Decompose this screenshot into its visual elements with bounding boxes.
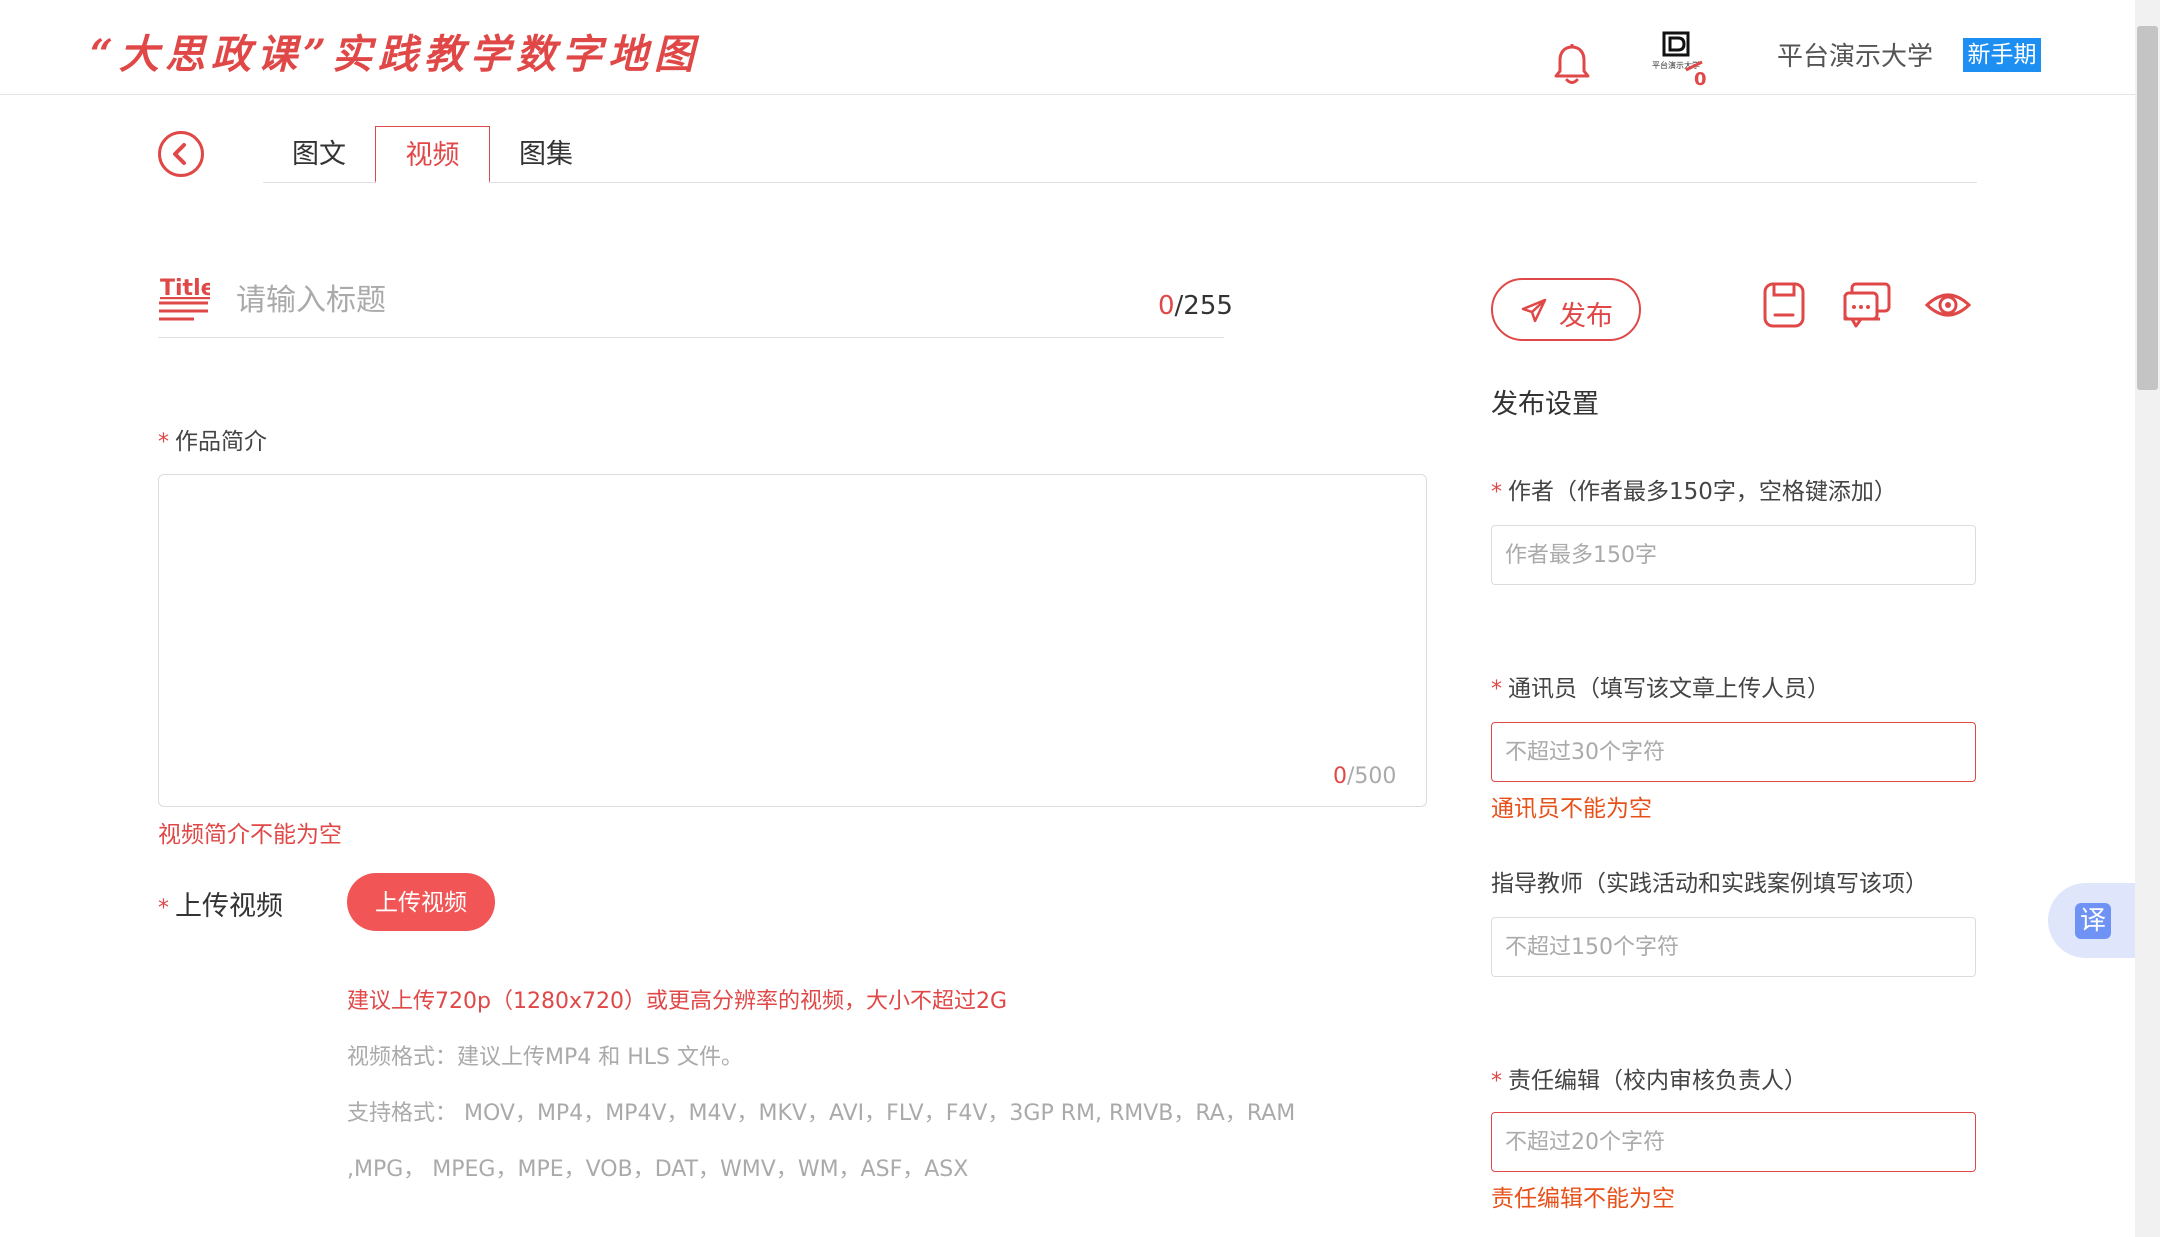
title-input[interactable] [234,274,1118,326]
author-label: * 作者（作者最多150字，空格键添加） [1491,472,1897,506]
preview-icon[interactable] [1924,281,1972,329]
settings-title: 发布设置 [1491,389,1599,420]
user-logo-badge: 0 [1694,69,1707,88]
upload-note-resolution: 建议上传720p（1280x720）或更高分辨率的视频，大小不超过2G [347,989,1008,1014]
upload-note-supported-cont: ,MPG， MPEG，MPE，VOB，DAT，WMV，WM，ASF，ASX [347,1157,969,1182]
title-count-current: 0 [1158,291,1175,321]
title-underline [158,337,1224,338]
top-header: “大思政课”实践教学数字地图 平台演示大学 0 平台演示大学 新手期 [0,0,2135,95]
upload-label-text: 上传视频 [175,891,283,922]
editor-error: 责任编辑不能为空 [1491,1186,1675,1212]
correspondent-error: 通讯员不能为空 [1491,796,1652,822]
publish-button[interactable]: 发布 [1491,278,1641,341]
upload-note-format: 视频格式：建议上传MP4 和 HLS 文件。 [347,1045,743,1070]
save-icon[interactable] [1760,281,1808,329]
user-name[interactable]: 平台演示大学 [1777,36,1933,73]
author-label-text: 作者（作者最多150字，空格键添加） [1508,479,1897,505]
tab-article[interactable]: 图文 [275,126,363,183]
intro-textarea[interactable] [158,474,1427,807]
intro-label: * 作品简介 [158,422,267,456]
publish-label: 发布 [1559,301,1613,331]
intro-error: 视频简介不能为空 [158,822,342,848]
correspondent-label-text: 通讯员（填写该文章上传人员） [1508,676,1830,702]
back-button[interactable] [158,131,204,177]
editor-label: * 责任编辑（校内审核负责人） [1491,1061,1807,1095]
novice-badge: 新手期 [1963,38,2041,72]
scrollbar-thumb[interactable] [2137,26,2158,390]
chevron-left-icon [173,143,186,165]
author-input[interactable] [1491,525,1976,585]
editor-label-text: 责任编辑（校内审核负责人） [1508,1068,1807,1094]
title-icon-label: Title [160,276,210,301]
required-mark: * [158,896,169,921]
send-icon [1521,298,1547,323]
editor-input[interactable] [1491,1112,1976,1172]
required-mark: * [158,430,169,455]
intro-count-max: /500 [1347,764,1397,789]
intro-char-count: 0/500 [1333,764,1396,789]
bell-icon[interactable] [1552,43,1592,87]
upload-video-button[interactable]: 上传视频 [347,873,495,931]
instructor-input[interactable] [1491,917,1976,977]
title-count-max: /255 [1174,291,1233,321]
required-mark: * [1491,1069,1502,1094]
title-char-count: 0/255 [1158,291,1233,321]
tab-gallery[interactable]: 图集 [502,126,590,183]
translate-icon: 译 [2075,903,2111,939]
instructor-label: 指导教师（实践活动和实践案例填写该项） [1491,871,1928,897]
upload-label: * 上传视频 [158,884,283,923]
comment-icon[interactable] [1842,281,1892,329]
intro-count-current: 0 [1333,764,1347,789]
tab-video[interactable]: 视频 [375,126,490,183]
intro-label-text: 作品简介 [175,429,267,455]
title-icon: Title [159,276,210,321]
site-title[interactable]: “大思政课”实践教学数字地图 [90,22,700,80]
user-logo-icon[interactable]: 平台演示大学 0 [1650,30,1712,88]
correspondent-input[interactable] [1491,722,1976,782]
translate-button[interactable]: 译 [2048,883,2135,958]
correspondent-label: * 通讯员（填写该文章上传人员） [1491,669,1830,703]
upload-note-supported: 支持格式： MOV，MP4，MP4V，M4V，MKV，AVI，FLV，F4V，3… [347,1101,1296,1126]
required-mark: * [1491,677,1502,702]
required-mark: * [1491,480,1502,505]
